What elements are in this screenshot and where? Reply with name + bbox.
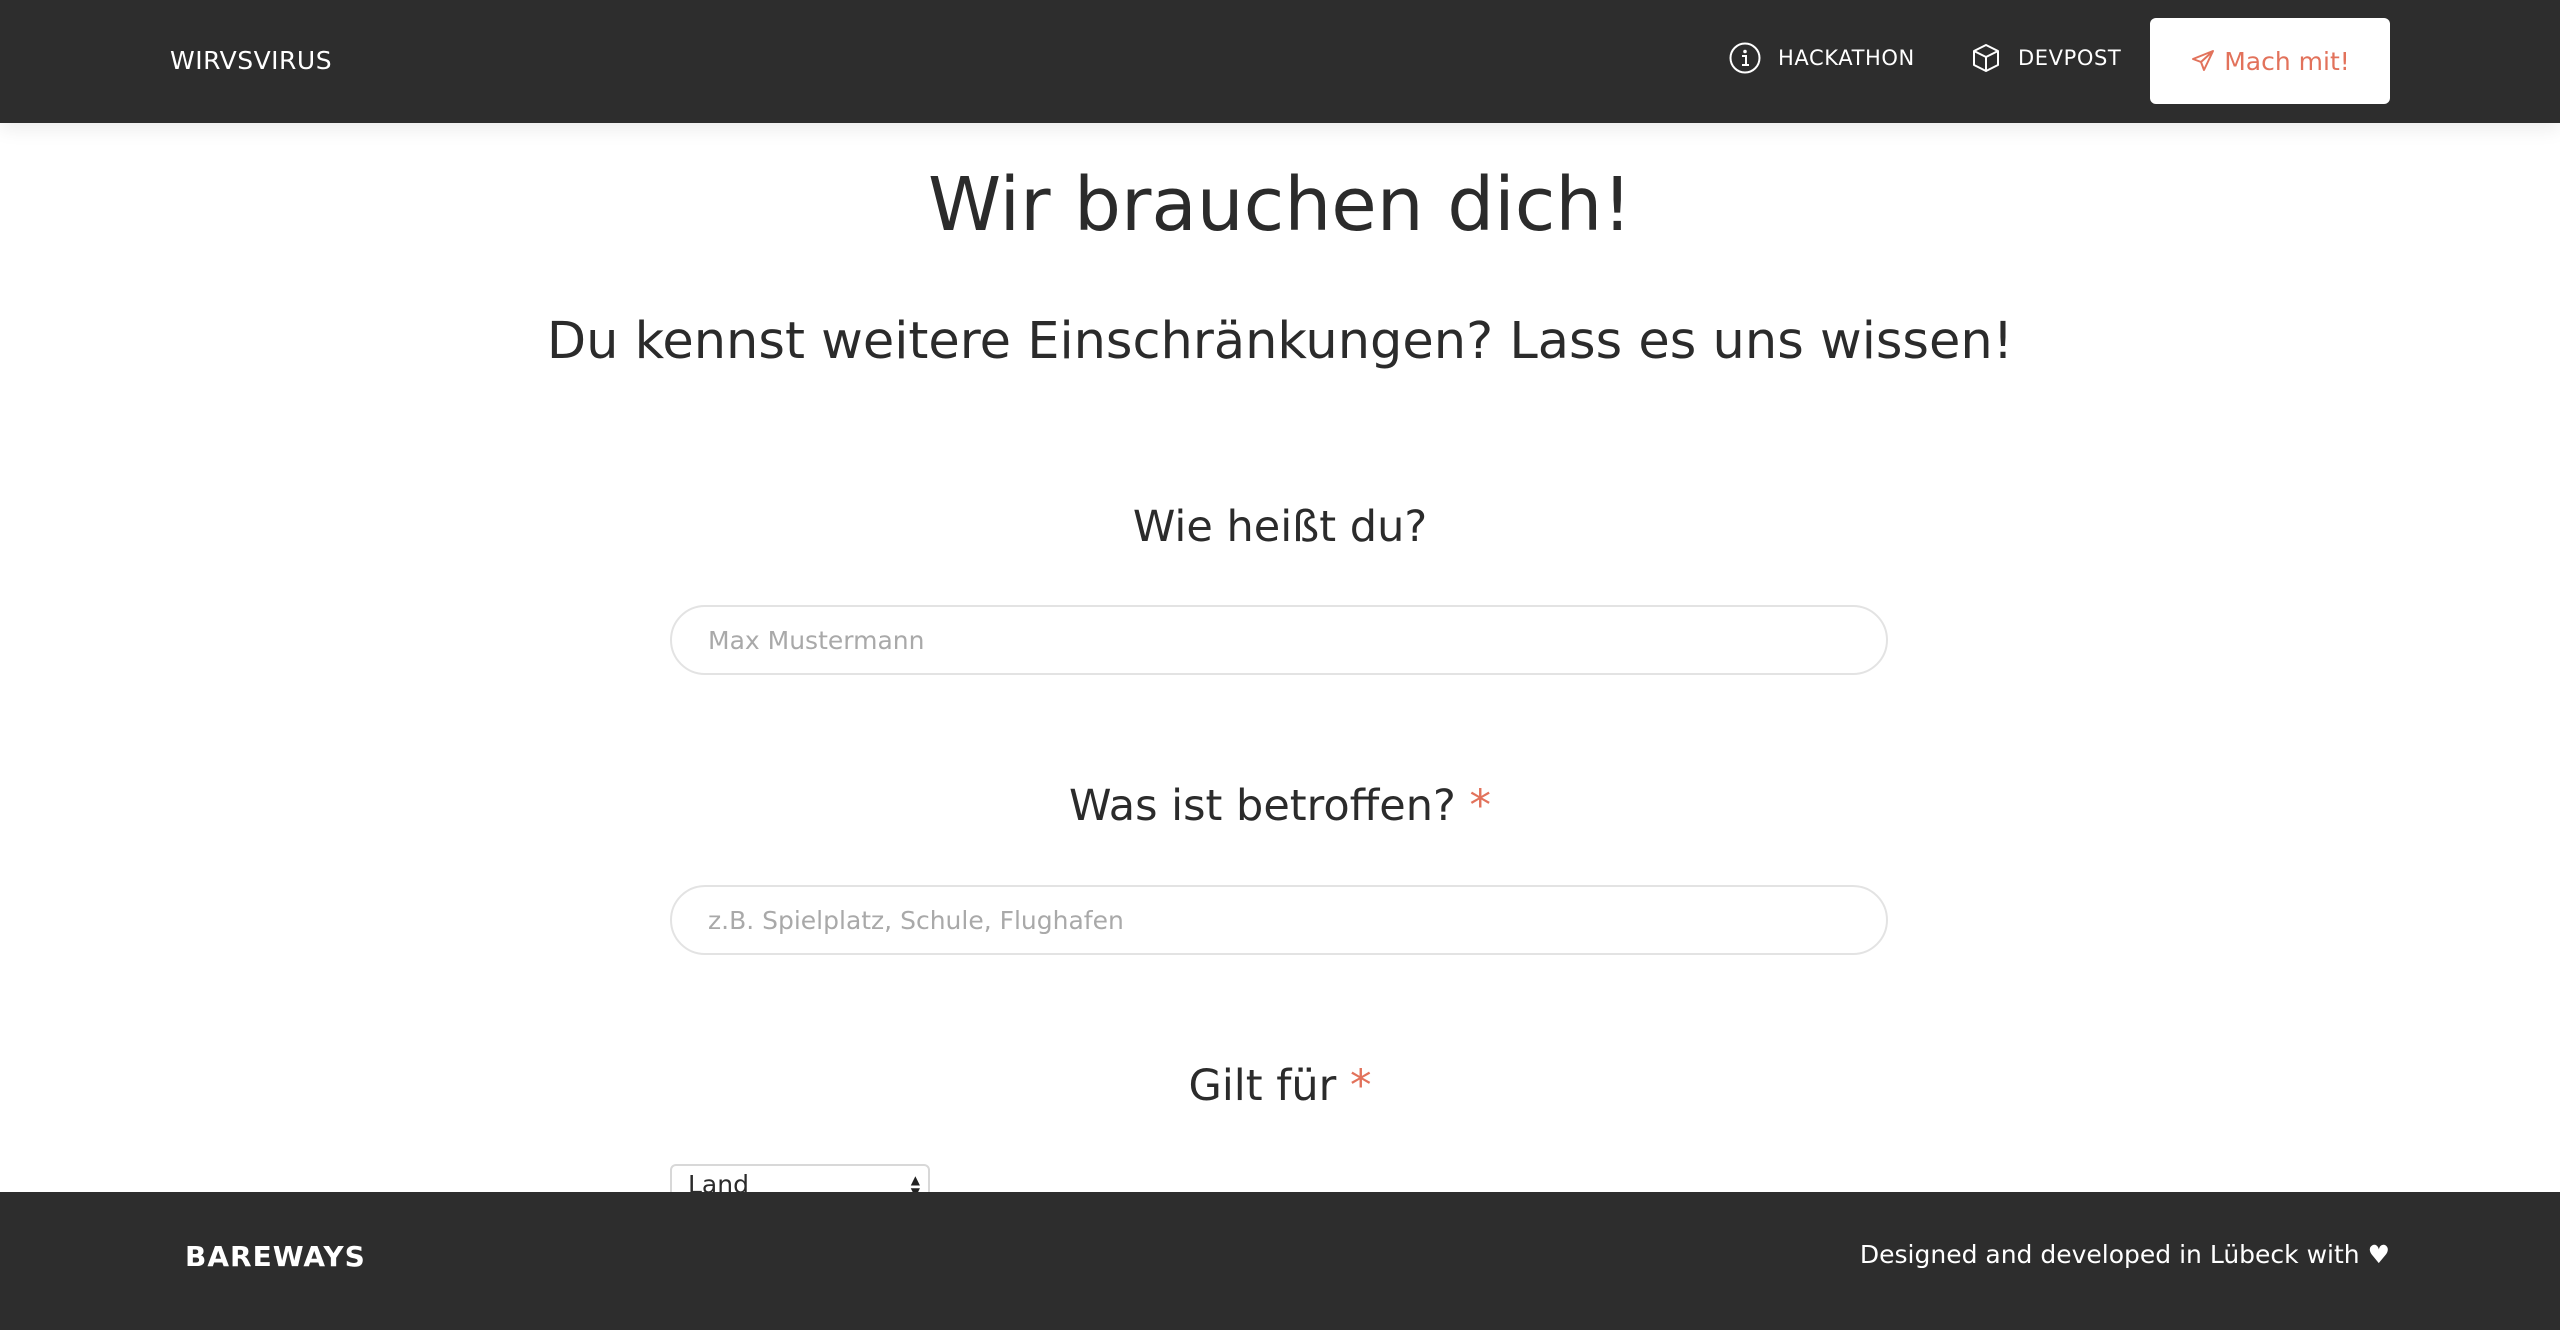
page-title: Wir brauchen dich!: [927, 162, 1632, 248]
info-icon: [1729, 42, 1761, 74]
required-marker: *: [1469, 781, 1492, 831]
page-subtitle: Du kennst weitere Einschränkungen? Lass …: [546, 312, 2014, 371]
form-section: Wir brauchen dich! Du kennst weitere Ein…: [0, 123, 2560, 1192]
name-question: Wie heißt du?: [0, 500, 2560, 554]
footer-credit: Designed and developed in Lübeck with ♥: [1859, 1240, 2390, 1269]
affected-input[interactable]: [670, 885, 1888, 955]
scope-select[interactable]: Land ▲ ▼: [670, 1164, 930, 1192]
footer: BAREWAYS Designed and developed in Lübec…: [0, 1192, 2560, 1330]
paper-plane-icon: [2192, 50, 2215, 71]
brand-logo[interactable]: WIRVSVIRUS: [170, 44, 332, 78]
join-button[interactable]: Mach mit!: [2150, 18, 2390, 104]
nav-link-devpost[interactable]: DEVPOST: [1970, 38, 2121, 78]
cube-icon: [1973, 44, 1999, 72]
nav-link-hackathon[interactable]: HACKATHON: [1728, 38, 1915, 78]
question-label: Gilt für: [1188, 1061, 1337, 1111]
applies-to-question: Gilt für *: [0, 1059, 2560, 1113]
required-marker: *: [1349, 1061, 1372, 1111]
nav-link-label: HACKATHON: [1778, 46, 1915, 70]
nav-link-label: DEVPOST: [2018, 46, 2122, 70]
question-label: Was ist betroffen?: [1068, 781, 1456, 831]
join-button-label: Mach mit!: [2224, 46, 2350, 76]
select-arrows-icon: ▲ ▼: [910, 1173, 920, 1192]
footer-logo[interactable]: BAREWAYS: [185, 1240, 366, 1273]
top-navbar: WIRVSVIRUS HACKATHON DEVPOST Mach mit!: [0, 0, 2560, 123]
name-input[interactable]: [670, 605, 1888, 675]
scope-select-value: Land: [688, 1170, 749, 1192]
question-label: Wie heißt du?: [1132, 502, 1428, 552]
affected-question: Was ist betroffen? *: [0, 779, 2560, 833]
